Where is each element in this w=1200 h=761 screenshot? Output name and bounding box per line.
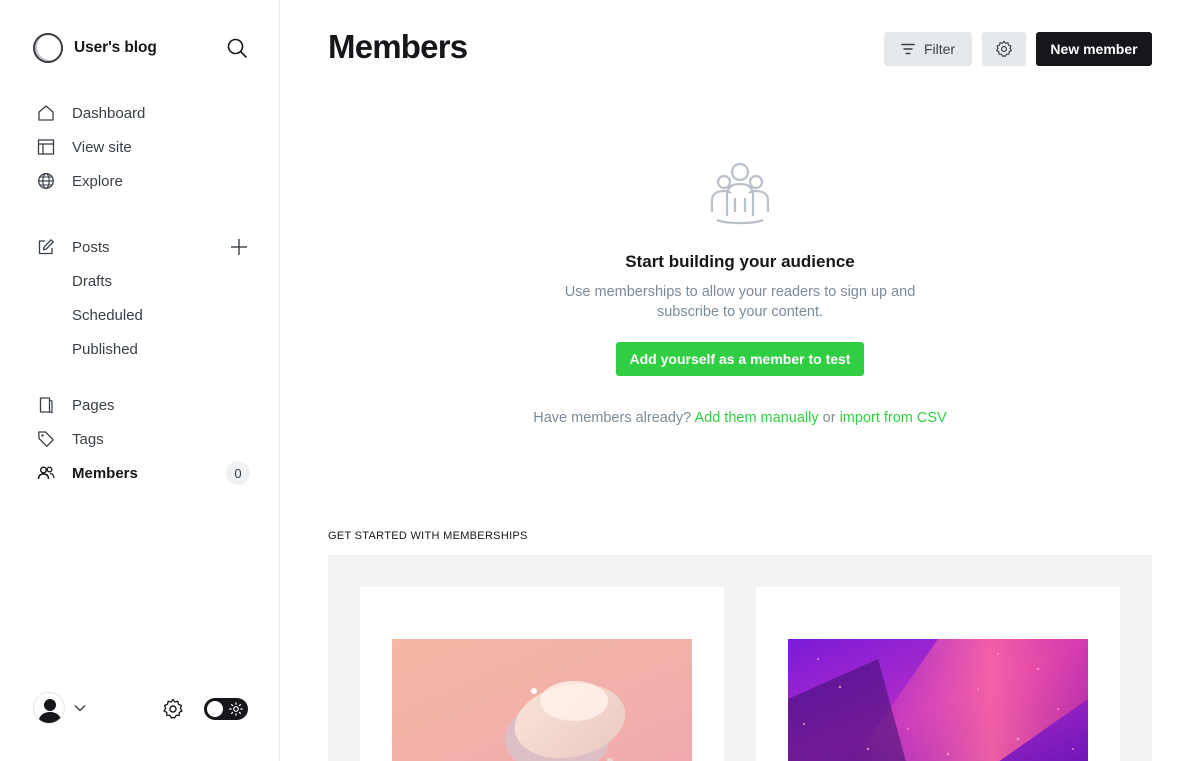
sun-icon — [229, 702, 243, 721]
nav-scheduled[interactable]: Scheduled — [72, 303, 222, 327]
empty-state: Start building your audience Use members… — [328, 160, 1152, 426]
nav-explore-label: Explore — [72, 172, 123, 190]
members-icon — [36, 463, 56, 483]
tag-icon — [36, 429, 56, 449]
nav-pages[interactable]: Pages — [36, 393, 250, 417]
members-count-badge: 0 — [226, 461, 250, 485]
chevron-down-icon — [74, 704, 86, 712]
empty-state-title: Start building your audience — [625, 252, 855, 271]
nav-published-label: Published — [72, 340, 138, 358]
theme-toggle[interactable] — [204, 698, 248, 720]
nav-drafts[interactable]: Drafts — [72, 269, 222, 293]
home-icon — [36, 103, 56, 123]
add-post-icon[interactable] — [229, 237, 249, 257]
get-started-panel — [328, 555, 1152, 761]
nav-view-site[interactable]: View site — [36, 135, 250, 159]
layout-icon — [36, 137, 56, 157]
site-logo — [33, 33, 63, 63]
card-image — [392, 639, 692, 761]
settings-gear-icon[interactable] — [162, 698, 184, 720]
nav-scheduled-label: Scheduled — [72, 306, 143, 324]
audience-icon — [708, 160, 772, 226]
membership-card[interactable] — [756, 587, 1120, 761]
sidebar: User's blog Dashboard View site Explore … — [0, 0, 280, 761]
gear-icon — [995, 40, 1013, 58]
or-text: or — [822, 410, 836, 426]
search-icon[interactable] — [226, 37, 248, 59]
filter-icon — [901, 43, 915, 55]
toggle-knob — [207, 701, 223, 717]
user-menu[interactable] — [33, 692, 86, 724]
main-content: Members Filter New member Start building… — [280, 0, 1200, 761]
nav-published[interactable]: Published — [72, 337, 222, 361]
have-members-prefix: Have members already? — [533, 410, 692, 426]
nav-posts-label: Posts — [72, 238, 110, 256]
nav-posts[interactable]: Posts — [36, 235, 186, 259]
edit-icon — [36, 237, 56, 257]
new-member-button[interactable]: New member — [1036, 32, 1152, 66]
add-yourself-button[interactable]: Add yourself as a member to test — [615, 342, 865, 376]
nav-tags[interactable]: Tags — [36, 427, 250, 451]
site-name: User's blog — [74, 39, 157, 56]
avatar — [33, 692, 65, 724]
nav-dashboard[interactable]: Dashboard — [36, 101, 250, 125]
members-settings-button[interactable] — [982, 32, 1026, 66]
page-icon — [36, 395, 56, 415]
add-manually-link[interactable]: Add them manually — [694, 410, 818, 426]
page-title: Members — [328, 28, 468, 65]
nav-members[interactable]: Members 0 — [36, 461, 250, 485]
globe-icon — [36, 171, 56, 191]
nav-explore[interactable]: Explore — [36, 169, 250, 193]
filter-button[interactable]: Filter — [884, 32, 972, 66]
nav-tags-label: Tags — [72, 430, 104, 448]
get-started-label: GET STARTED WITH MEMBERSHIPS — [328, 530, 528, 542]
nav-view-site-label: View site — [72, 138, 132, 156]
filter-button-label: Filter — [923, 41, 956, 57]
site-brand[interactable]: User's blog — [33, 32, 157, 64]
nav-members-label: Members — [72, 464, 138, 482]
empty-state-text: Use memberships to allow your readers to… — [564, 284, 916, 320]
membership-card[interactable] — [360, 587, 724, 761]
import-csv-link[interactable]: import from CSV — [840, 410, 947, 426]
nav-drafts-label: Drafts — [72, 272, 113, 290]
nav-pages-label: Pages — [72, 396, 115, 414]
nav-dashboard-label: Dashboard — [72, 104, 146, 122]
card-image — [788, 639, 1088, 761]
have-members-line: Have members already? Add them manually … — [328, 410, 1152, 426]
